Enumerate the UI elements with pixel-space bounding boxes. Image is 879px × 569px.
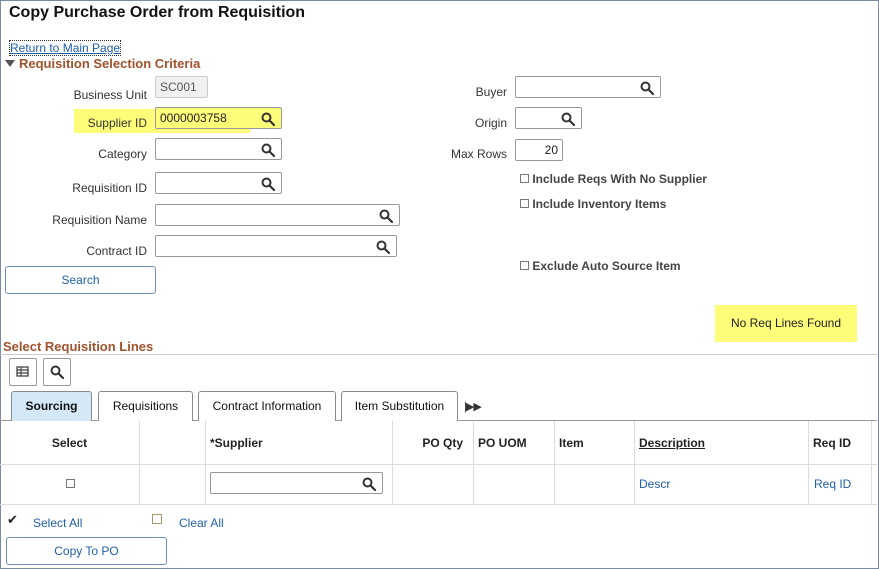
category-input[interactable] [155,138,282,160]
description-link[interactable]: Descr [639,477,670,491]
exclude-auto-source-label: Exclude Auto Source Item [532,259,681,273]
collapse-triangle-icon[interactable] [5,60,15,67]
clear-all-link[interactable]: Clear All [179,516,224,530]
select-all-link[interactable]: Select All [33,516,82,530]
contract-id-label: Contract ID [86,244,147,258]
find-icon [50,365,64,379]
column-header-po-uom: PO UOM [478,436,527,450]
search-icon[interactable] [261,112,275,126]
requisition-id-input[interactable] [155,172,282,194]
status-message: No Req Lines Found [715,305,857,342]
row-select-checkbox[interactable] [66,479,75,488]
clear-all-icon[interactable] [152,514,162,524]
max-rows-input[interactable]: 20 [515,139,563,161]
buyer-label: Buyer [475,85,507,99]
requisition-name-input[interactable] [155,204,400,226]
include-no-supplier-row[interactable]: Include Reqs With No Supplier [520,172,707,186]
requisition-name-label: Requisition Name [52,213,147,227]
max-rows-label: Max Rows [450,147,507,161]
search-icon[interactable] [261,177,275,191]
show-all-columns-icon[interactable]: |▶▶ [464,400,482,413]
column-header-req-id: Req ID [813,436,852,450]
supplier-row-input[interactable] [210,472,383,494]
grid-col-line [205,421,206,504]
tab-contract-information[interactable]: Contract Information [198,391,336,421]
exclude-auto-source-checkbox[interactable] [520,261,529,270]
column-header-supplier[interactable]: *Supplier [210,436,263,450]
search-icon[interactable] [561,112,575,126]
column-header-select: Select [51,436,88,450]
column-header-po-qty: PO Qty [422,436,463,450]
exclude-auto-source-row[interactable]: Exclude Auto Source Item [520,259,681,273]
include-inventory-checkbox[interactable] [520,199,529,208]
search-icon[interactable] [376,240,390,254]
grid-row-line [0,464,877,465]
grid-col-line [808,421,809,504]
criteria-section-title[interactable]: Requisition Selection Criteria [19,56,200,71]
find-button[interactable] [43,358,71,386]
checkmark-icon[interactable]: ✔ [7,512,18,528]
business-unit-label: Business Unit [73,88,147,102]
column-header-description[interactable]: Description [639,436,705,450]
grid-col-line [634,421,635,504]
origin-input[interactable] [515,107,582,129]
tab-sourcing[interactable]: Sourcing [11,391,92,421]
search-icon[interactable] [379,209,393,223]
results-grid [0,420,877,505]
search-icon[interactable] [261,143,275,157]
grid-col-line [392,421,393,504]
grid-col-line [871,421,872,504]
category-label: Category [98,147,147,161]
grid-settings-button[interactable] [9,358,37,386]
tab-item-substitution[interactable]: Item Substitution [341,391,458,421]
req-id-link[interactable]: Req ID [814,477,851,491]
requisition-id-label: Requisition ID [72,181,147,195]
tab-requisitions[interactable]: Requisitions [98,391,193,421]
grid-col-line [139,421,140,504]
contract-id-input[interactable] [155,235,397,257]
origin-label: Origin [474,116,507,130]
column-header-item: Item [559,436,584,450]
return-to-main-page-link[interactable]: Return to Main Page [8,40,122,56]
lines-section-title: Select Requisition Lines [3,339,154,354]
supplier-id-value: 0000003758 [160,111,227,125]
grid-col-line [554,421,555,504]
supplier-id-input[interactable]: 0000003758 [155,107,282,129]
divider [0,354,877,355]
page-title: Copy Purchase Order from Requisition [9,4,306,21]
include-inventory-row[interactable]: Include Inventory Items [520,197,666,211]
search-icon[interactable] [362,477,376,491]
include-no-supplier-checkbox[interactable] [520,174,529,183]
grid-settings-icon [16,366,29,377]
include-no-supplier-label: Include Reqs With No Supplier [532,172,707,186]
business-unit-field: SC001 [155,76,208,98]
search-icon[interactable] [640,81,654,95]
grid-col-line [473,421,474,504]
include-inventory-label: Include Inventory Items [532,197,667,211]
buyer-input[interactable] [515,76,661,98]
search-button[interactable]: Search [5,266,156,294]
supplier-id-label: Supplier ID [87,116,147,130]
copy-to-po-button[interactable]: Copy To PO [6,537,167,565]
